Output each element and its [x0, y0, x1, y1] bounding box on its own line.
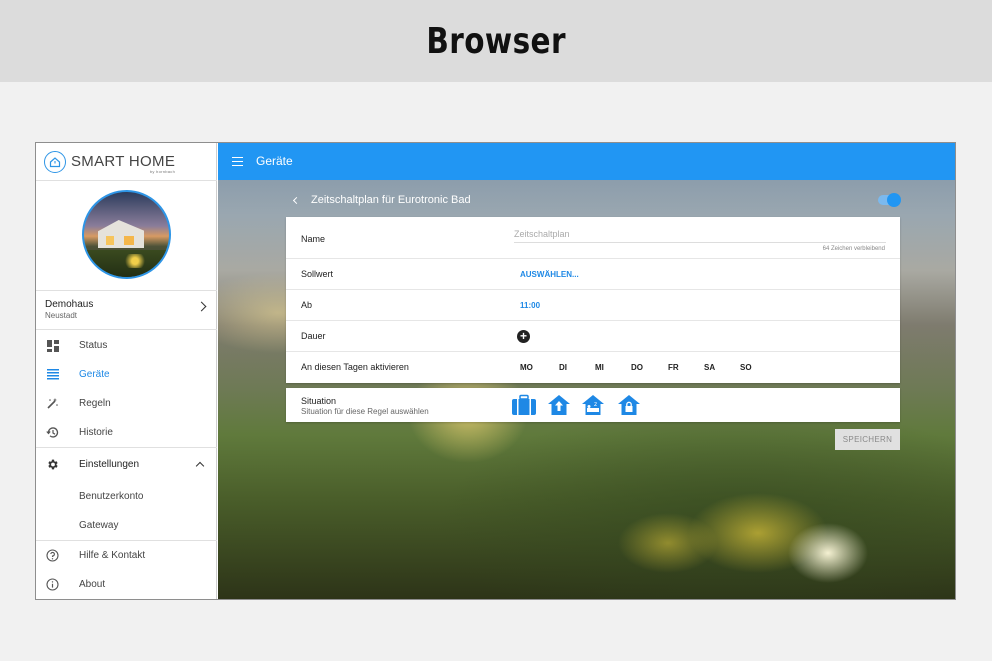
- day-toggle-mi[interactable]: MI: [595, 363, 604, 372]
- schedule-form: Name Zeitschaltplan 64 Zeichen verbleibe…: [286, 217, 900, 383]
- nav-label-gateway: Gateway: [79, 520, 119, 531]
- nav-item-geraete[interactable]: Geräte: [36, 360, 217, 389]
- home-sleep-icon[interactable]: z: [581, 394, 605, 416]
- nav-item-regeln[interactable]: Regeln: [36, 389, 217, 418]
- dauer-label: Dauer: [301, 331, 326, 341]
- day-toggle-sa[interactable]: SA: [704, 363, 715, 372]
- row-sollwert: Sollwert AUSWÄHLEN...: [286, 259, 900, 290]
- home-lock-icon[interactable]: [617, 394, 641, 416]
- nav-item-benutzerkonto[interactable]: Benutzerkonto: [36, 482, 217, 511]
- row-days: An diesen Tagen aktivieren MO DI MI DO F…: [286, 352, 900, 383]
- banner-title: Browser: [426, 20, 566, 62]
- avatar-flowers: [120, 254, 150, 268]
- day-toggle-fr[interactable]: FR: [668, 363, 679, 372]
- app-bar: Geräte: [218, 143, 955, 180]
- gear-icon: [46, 458, 59, 471]
- nav-label-status: Status: [79, 340, 108, 351]
- nav-item-gateway[interactable]: Gateway: [36, 511, 217, 540]
- back-icon[interactable]: [292, 196, 301, 205]
- home-arrow-icon[interactable]: [547, 394, 571, 416]
- name-counter: 64 Zeichen verbleibend: [822, 246, 885, 252]
- avatar-window: [106, 236, 114, 245]
- avatar-window: [124, 236, 134, 245]
- sidebar: SMART HOME by hornbach Demohaus Neustadt…: [36, 143, 217, 599]
- nav-label-einstellungen: Einstellungen: [79, 459, 140, 470]
- row-dauer: Dauer +: [286, 321, 900, 352]
- banner: Browser: [0, 0, 992, 82]
- nav-label-hilfe: Hilfe & Kontakt: [79, 550, 146, 561]
- schedule-title: Zeitschaltplan für Eurotronic Bad: [311, 194, 471, 206]
- ab-label: Ab: [301, 300, 313, 310]
- nav-label-historie: Historie: [79, 427, 113, 438]
- logo-sub: by hornbach: [149, 169, 176, 174]
- situation-sub: Situation für diese Regel auswählen: [301, 407, 429, 416]
- home-power-icon: [44, 150, 66, 173]
- nav-label-regeln: Regeln: [79, 398, 111, 409]
- days-label: An diesen Tagen aktivieren: [301, 362, 409, 372]
- home-avatar[interactable]: [82, 190, 171, 279]
- schedule-enable-toggle[interactable]: [878, 193, 901, 207]
- sollwert-label: Sollwert: [301, 269, 334, 279]
- logo: SMART HOME by hornbach: [36, 143, 217, 181]
- sollwert-select-button[interactable]: AUSWÄHLEN...: [520, 270, 579, 279]
- magic-wand-icon: [46, 397, 59, 410]
- location-city: Neustadt: [45, 311, 78, 320]
- home-avatar-area: [36, 182, 217, 291]
- row-ab: Ab 11:00: [286, 290, 900, 321]
- dashboard-icon: [46, 339, 59, 352]
- day-toggle-do[interactable]: DO: [631, 363, 643, 372]
- nav-label-benutzerkonto: Benutzerkonto: [79, 491, 144, 502]
- nav-item-hilfe[interactable]: Hilfe & Kontakt: [36, 541, 217, 570]
- save-button[interactable]: SPEICHERN: [835, 429, 900, 450]
- nav-label-geraete: Geräte: [79, 369, 110, 380]
- situation-card: Situation Situation für diese Regel ausw…: [286, 388, 900, 422]
- history-icon: [46, 426, 59, 439]
- nav-divider: [36, 447, 217, 448]
- toggle-knob: [887, 193, 901, 207]
- avatar-house: [98, 220, 144, 248]
- chevron-up-icon[interactable]: [195, 461, 205, 471]
- row-name: Name Zeitschaltplan 64 Zeichen verbleibe…: [286, 217, 900, 259]
- logo-title: SMART HOME: [71, 153, 176, 170]
- location-selector[interactable]: Demohaus Neustadt: [36, 292, 217, 330]
- list-icon: [46, 368, 59, 381]
- nav-item-status[interactable]: Status: [36, 331, 217, 360]
- situation-label: Situation: [301, 396, 337, 406]
- location-name: Demohaus: [45, 299, 94, 310]
- name-label: Name: [301, 234, 326, 244]
- app-bar-title: Geräte: [256, 154, 293, 168]
- nav-item-einstellungen[interactable]: Einstellungen: [36, 450, 217, 479]
- svg-text:z: z: [594, 401, 597, 408]
- day-toggle-di[interactable]: DI: [559, 363, 567, 372]
- day-toggle-so[interactable]: SO: [740, 363, 752, 372]
- help-icon: [46, 549, 59, 562]
- menu-icon[interactable]: [232, 157, 243, 166]
- main-content: Geräte Zeitschaltplan für Eurotronic Bad…: [218, 143, 955, 599]
- nav-item-about[interactable]: About: [36, 570, 217, 599]
- info-icon: [46, 578, 59, 591]
- suitcase-icon[interactable]: [511, 394, 536, 416]
- name-input[interactable]: Zeitschaltplan: [514, 227, 886, 243]
- nav-item-historie[interactable]: Historie: [36, 418, 217, 447]
- logo-text: SMART HOME by hornbach: [71, 153, 176, 174]
- ab-time-button[interactable]: 11:00: [520, 301, 540, 310]
- day-toggle-mo[interactable]: MO: [520, 363, 533, 372]
- add-duration-icon[interactable]: +: [517, 330, 530, 343]
- app-window: SMART HOME by hornbach Demohaus Neustadt…: [35, 142, 956, 600]
- nav-label-about: About: [79, 579, 106, 590]
